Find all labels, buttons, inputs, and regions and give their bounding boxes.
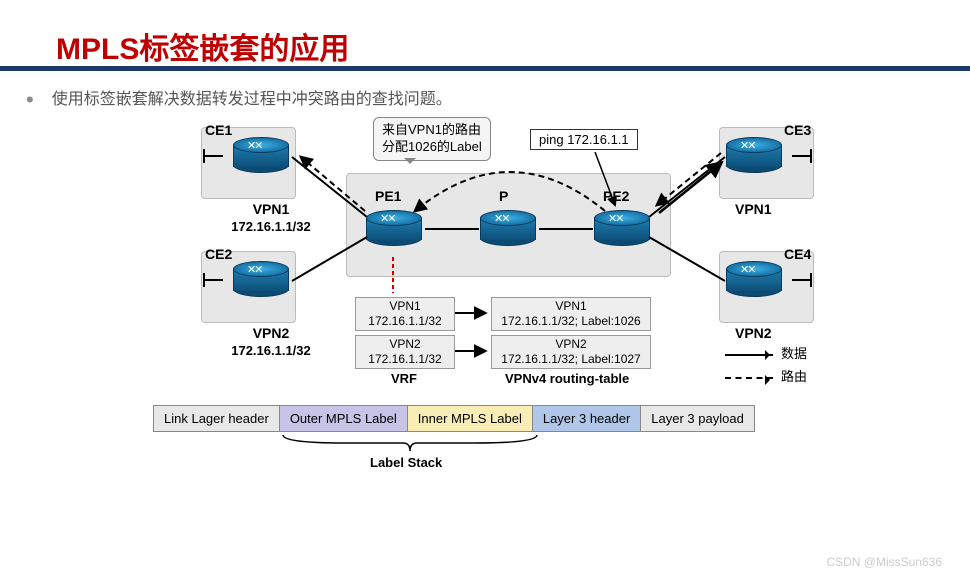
diagram: ✕✕ ✕✕ ✕✕ ✕✕ ✕✕ ✕✕ ✕✕ CE1 CE2 CE3 CE4 PE1… xyxy=(145,115,865,480)
pkt-link: Link Lager header xyxy=(154,406,280,431)
bullet-content: 使用标签嵌套解决数据转发过程中冲突路由的查找问题。 xyxy=(52,91,452,108)
vrf-title: VRF xyxy=(391,371,417,386)
vrf-box2: VPN2172.16.1.1/32 xyxy=(355,335,455,369)
legend: 数据 路由 xyxy=(725,343,807,385)
stub-icon xyxy=(205,279,223,281)
stub-icon xyxy=(792,279,810,281)
brace-icon xyxy=(281,433,539,455)
vrf-box1: VPN1172.16.1.1/32 xyxy=(355,297,455,331)
label-ce3: CE3 xyxy=(784,122,811,139)
callout-label: 来自VPN1的路由分配1026的Label xyxy=(373,117,491,161)
pkt-inner: Inner MPLS Label xyxy=(408,406,533,431)
label-vpn2a: VPN2172.16.1.1/32 xyxy=(211,325,331,359)
label-vpn2b: VPN2 xyxy=(735,325,772,342)
stub-icon xyxy=(792,155,810,157)
label-ce4: CE4 xyxy=(784,246,811,263)
rt-box1: VPN1172.16.1.1/32; Label:1026 xyxy=(491,297,651,331)
label-pe1: PE1 xyxy=(375,188,401,205)
legend-data: 数据 xyxy=(781,346,807,361)
ping-box: ping 172.16.1.1 xyxy=(530,129,638,150)
label-vpn1b: VPN1 xyxy=(735,201,772,218)
router-p: ✕✕ xyxy=(474,210,542,255)
watermark: CSDN @MissSun636 xyxy=(826,555,942,569)
router-ce4: ✕✕ xyxy=(720,261,788,306)
rt-box2: VPN2172.16.1.1/32; Label:1027 xyxy=(491,335,651,369)
pkt-l3p: Layer 3 payload xyxy=(641,406,754,431)
label-ce1: CE1 xyxy=(205,122,232,139)
stub-icon xyxy=(205,155,223,157)
router-pe1: ✕✕ xyxy=(360,210,428,255)
label-ce2: CE2 xyxy=(205,246,232,263)
router-ce2: ✕✕ xyxy=(227,261,295,306)
router-pe2: ✕✕ xyxy=(588,210,656,255)
legend-route: 路由 xyxy=(781,369,807,384)
router-ce1: ✕✕ xyxy=(227,137,295,182)
packet-structure: Link Lager header Outer MPLS Label Inner… xyxy=(153,405,755,432)
label-p: P xyxy=(499,188,508,205)
pkt-outer: Outer MPLS Label xyxy=(280,406,408,431)
rt-title: VPNv4 routing-table xyxy=(505,371,629,386)
bullet-text: •使用标签嵌套解决数据转发过程中冲突路由的查找问题。 xyxy=(26,85,452,113)
page-title: MPLS标签嵌套的应用 xyxy=(56,24,349,68)
pkt-l3h: Layer 3 header xyxy=(533,406,641,431)
router-ce3: ✕✕ xyxy=(720,137,788,182)
label-stack: Label Stack xyxy=(370,455,442,470)
label-vpn1a: VPN1172.16.1.1/32 xyxy=(211,201,331,235)
label-pe2: PE2 xyxy=(603,188,629,205)
